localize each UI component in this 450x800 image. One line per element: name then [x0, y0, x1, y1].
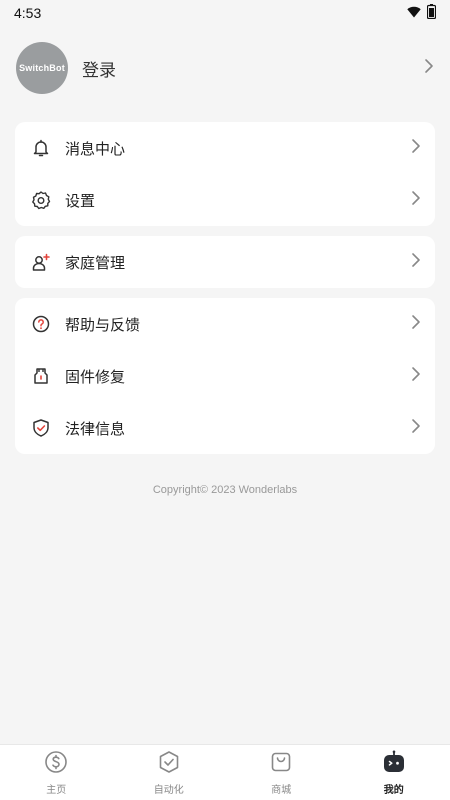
- firmware-repair-icon: [31, 366, 51, 386]
- check-hexagon-icon: [157, 750, 181, 778]
- menu-item-help-feedback[interactable]: 帮助与反馈: [15, 298, 435, 350]
- tab-label: 商城: [271, 784, 292, 796]
- tab-label: 主页: [46, 784, 67, 796]
- bell-icon: [31, 138, 51, 158]
- tab-automation[interactable]: 自动化: [113, 745, 226, 800]
- chevron-right-icon: [424, 58, 434, 78]
- tab-store[interactable]: 商城: [225, 745, 338, 800]
- menu-item-label: 设置: [65, 191, 96, 210]
- help-icon: [31, 314, 51, 334]
- menu-card-support: 帮助与反馈 固件修复 法律信息: [15, 298, 435, 454]
- bottom-tab-bar: 主页 自动化 商城 我的: [0, 744, 450, 800]
- menu-item-label: 消息中心: [65, 139, 126, 158]
- menu-item-message-center[interactable]: 消息中心: [15, 122, 435, 174]
- robot-icon: [382, 750, 406, 778]
- tab-mine[interactable]: 我的: [338, 745, 450, 800]
- avatar[interactable]: SwitchBot: [16, 42, 68, 94]
- profile-login-row[interactable]: SwitchBot 登录: [0, 40, 450, 96]
- chevron-right-icon: [411, 314, 421, 334]
- menu-item-firmware-repair[interactable]: 固件修复: [15, 350, 435, 402]
- gear-icon: [31, 190, 51, 210]
- wifi-icon: [407, 5, 421, 21]
- menu-item-family-management[interactable]: 家庭管理: [15, 236, 435, 288]
- menu-item-label: 帮助与反馈: [65, 315, 141, 334]
- menu-item-settings[interactable]: 设置: [15, 174, 435, 226]
- status-bar: 4:53: [0, 0, 450, 26]
- family-add-icon: [31, 252, 51, 272]
- status-icons: [407, 4, 437, 22]
- chevron-right-icon: [411, 252, 421, 272]
- chevron-right-icon: [411, 418, 421, 438]
- avatar-logo-text: SwitchBot: [19, 63, 65, 73]
- chevron-right-icon: [411, 138, 421, 158]
- menu-item-label: 法律信息: [65, 419, 126, 438]
- chevron-right-icon: [411, 366, 421, 386]
- menu-item-label: 固件修复: [65, 367, 126, 386]
- chevron-right-icon: [411, 190, 421, 210]
- status-time: 4:53: [14, 5, 42, 21]
- copyright-text: Copyright© 2023 Wonderlabs: [152, 484, 298, 496]
- tab-label: 自动化: [153, 784, 184, 796]
- menu-card-messages-settings: 消息中心 设置: [15, 122, 435, 226]
- menu-item-label: 家庭管理: [65, 253, 126, 272]
- dollar-circle-icon: [44, 750, 68, 778]
- shield-check-icon: [31, 418, 51, 438]
- tab-label: 我的: [383, 784, 404, 796]
- login-label[interactable]: 登录: [82, 56, 424, 81]
- shopping-bag-icon: [269, 750, 293, 778]
- menu-card-family: 家庭管理: [15, 236, 435, 288]
- tab-home[interactable]: 主页: [0, 745, 113, 800]
- battery-icon: [426, 4, 437, 22]
- menu-item-legal-info[interactable]: 法律信息: [15, 402, 435, 454]
